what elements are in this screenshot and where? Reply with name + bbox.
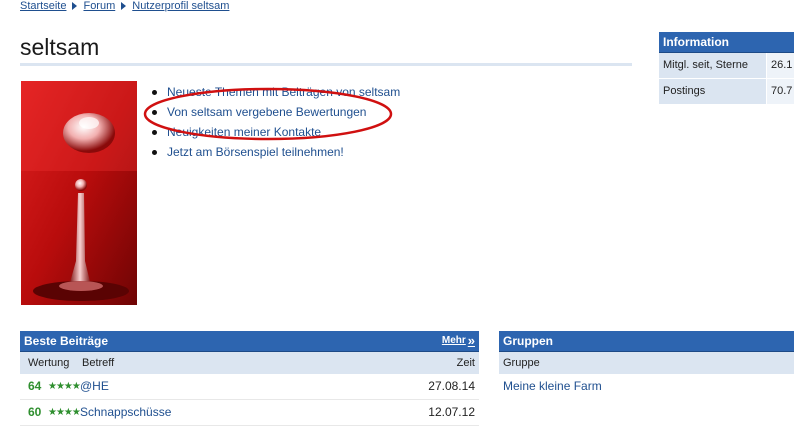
chevron-right-icon: [72, 2, 78, 10]
table-header: Wertung Betreff Zeit: [20, 352, 479, 374]
breadcrumb-nutzerprofil[interactable]: Nutzerprofil seltsam: [132, 0, 229, 12]
link-boersenspiel[interactable]: Jetzt am Börsenspiel teilnehmen!: [167, 142, 344, 162]
table-row[interactable]: 60 ★★★★ Schnappschüsse 12.07.12: [20, 400, 479, 426]
column-gruppe: Gruppe: [503, 357, 540, 369]
stars-icon: ★★★★: [48, 407, 81, 418]
info-row: Postings 70.7: [659, 79, 794, 105]
post-date: 12.07.12: [428, 405, 475, 419]
column-wertung: Wertung: [28, 357, 70, 369]
group-link[interactable]: Meine kleine Farm: [499, 374, 794, 399]
gruppen-header: Gruppen: [499, 331, 794, 352]
info-label: Mitgl. seit, Sterne: [659, 53, 767, 78]
page-title: seltsam: [20, 34, 100, 60]
information-box: Information Mitgl. seit, Sterne 26.1 Pos…: [659, 32, 794, 105]
column-zeit: Zeit: [456, 357, 475, 369]
post-date: 27.08.14: [428, 379, 475, 393]
title-divider: [20, 63, 632, 66]
mehr-link[interactable]: Mehr»: [442, 331, 475, 351]
info-value: 26.1: [767, 53, 794, 78]
chevron-right-icon: [121, 2, 127, 10]
info-row: Mitgl. seit, Sterne 26.1: [659, 53, 794, 79]
double-chevron-icon: »: [467, 333, 475, 348]
profile-photo: [21, 81, 137, 305]
table-row[interactable]: 64 ★★★★ @HE 27.08.14: [20, 374, 479, 400]
mehr-label: Mehr: [441, 335, 466, 346]
column-betreff: Betreff: [82, 357, 115, 369]
breadcrumb-forum[interactable]: Forum: [83, 0, 115, 12]
stars-icon: ★★★★: [48, 381, 81, 392]
bullet-icon: [152, 149, 157, 155]
post-subject-link[interactable]: @HE: [80, 374, 428, 399]
red-annotation-oval: [143, 87, 393, 141]
info-value: 70.7: [767, 79, 794, 104]
beste-beitraege-box: Beste Beiträge Mehr» Wertung Betreff Zei…: [20, 331, 479, 426]
breadcrumb-startseite[interactable]: Startseite: [20, 0, 66, 12]
info-label: Postings: [659, 79, 767, 104]
beste-beitraege-title: Beste Beiträge: [24, 334, 109, 348]
score: 60: [28, 405, 42, 419]
list-item: Jetzt am Börsenspiel teilnehmen!: [150, 142, 400, 162]
gruppen-box: Gruppen Gruppe Meine kleine Farm: [499, 331, 794, 399]
breadcrumb: Startseite Forum Nutzerprofil seltsam: [20, 0, 229, 12]
beste-beitraege-header: Beste Beiträge Mehr»: [20, 331, 479, 352]
post-subject-link[interactable]: Schnappschüsse: [80, 400, 428, 425]
information-header: Information: [659, 32, 794, 53]
score: 64: [28, 379, 42, 393]
table-header: Gruppe: [499, 352, 794, 374]
